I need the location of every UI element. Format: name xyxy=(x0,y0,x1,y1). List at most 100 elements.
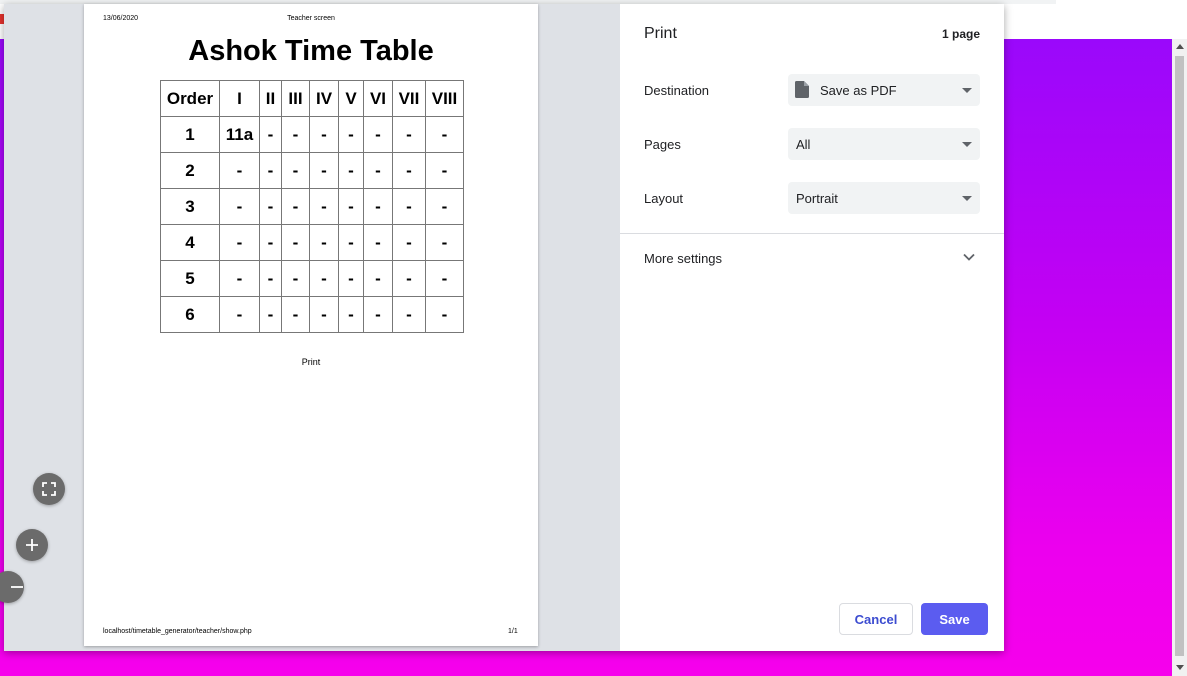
scroll-down-arrow-icon[interactable] xyxy=(1176,665,1184,670)
print-dialog: 13/06/2020 Teacher screen Ashok Time Tab… xyxy=(0,4,1004,651)
table-row: 5 - - - - - - - - xyxy=(160,260,464,297)
scrollbar-thumb[interactable] xyxy=(1175,56,1184,656)
document-title: Ashok Time Table xyxy=(188,35,434,67)
table-cell: - xyxy=(281,260,310,297)
table-cell: - xyxy=(259,260,282,297)
header-cell: III xyxy=(281,80,310,117)
table-cell: - xyxy=(259,296,282,333)
page-footer-url: localhost/timetable_generator/teacher/sh… xyxy=(103,628,252,635)
table-cell: - xyxy=(363,224,393,261)
header-cell: I xyxy=(219,80,260,117)
print-preview-area: 13/06/2020 Teacher screen Ashok Time Tab… xyxy=(0,4,620,651)
table-cell: - xyxy=(425,188,464,225)
table-cell: - xyxy=(259,188,282,225)
print-settings-panel: Print 1 page Destination Save as PDF Pag… xyxy=(620,4,1004,651)
table-cell: - xyxy=(392,260,426,297)
cancel-button[interactable]: Cancel xyxy=(839,603,913,635)
table-cell: - xyxy=(363,152,393,189)
table-cell: - xyxy=(281,116,310,153)
table-cell: - xyxy=(363,116,393,153)
table-cell: - xyxy=(392,188,426,225)
table-cell: - xyxy=(281,188,310,225)
table-cell: - xyxy=(259,116,282,153)
table-cell: - xyxy=(219,224,260,261)
table-cell: - xyxy=(281,296,310,333)
table-cell: - xyxy=(425,296,464,333)
table-cell: - xyxy=(425,260,464,297)
scroll-up-arrow-icon[interactable] xyxy=(1176,44,1184,49)
table-row: 1 11a - - - - - - - xyxy=(160,116,464,153)
table-cell: 1 xyxy=(160,116,220,153)
layout-value: Portrait xyxy=(796,191,838,206)
pages-value: All xyxy=(796,137,811,152)
table-cell: - xyxy=(363,296,393,333)
table-cell: - xyxy=(309,116,339,153)
table-cell: - xyxy=(392,296,426,333)
zoom-out-button[interactable] xyxy=(0,571,24,603)
plus-icon xyxy=(26,539,38,551)
table-cell: - xyxy=(259,152,282,189)
destination-label: Destination xyxy=(644,83,710,98)
table-cell: - xyxy=(338,224,364,261)
destination-select[interactable]: Save as PDF xyxy=(788,74,980,106)
fit-to-page-icon xyxy=(42,482,56,496)
zoom-in-button[interactable] xyxy=(16,529,48,561)
table-cell: - xyxy=(392,224,426,261)
table-cell: - xyxy=(425,116,464,153)
pages-dropdown-arrow-icon xyxy=(962,142,972,147)
page-footer-page-number: 1/1 xyxy=(508,628,518,635)
fit-to-page-button[interactable] xyxy=(33,473,65,505)
table-cell: 3 xyxy=(160,188,220,225)
header-cell: VIII xyxy=(425,80,464,117)
header-cell: Order xyxy=(160,80,220,117)
table-cell: 6 xyxy=(160,296,220,333)
table-row: 4 - - - - - - - - xyxy=(160,224,464,261)
file-icon xyxy=(795,81,809,98)
layout-select[interactable]: Portrait xyxy=(788,182,980,214)
table-cell: 5 xyxy=(160,260,220,297)
table-cell: - xyxy=(281,224,310,261)
preview-page: 13/06/2020 Teacher screen Ashok Time Tab… xyxy=(84,4,538,646)
table-row: 6 - - - - - - - - xyxy=(160,296,464,333)
layout-dropdown-arrow-icon xyxy=(962,196,972,201)
table-cell: - xyxy=(363,260,393,297)
timetable-header-row: Order I II III IV V VI VII VIII xyxy=(160,80,464,117)
table-row: 3 - - - - - - - - xyxy=(160,188,464,225)
pages-label: Pages xyxy=(644,137,681,152)
table-cell: - xyxy=(338,152,364,189)
table-cell: - xyxy=(219,152,260,189)
page-header-title: Teacher screen xyxy=(287,15,335,22)
table-cell: - xyxy=(338,116,364,153)
header-cell: II xyxy=(259,80,282,117)
table-cell: - xyxy=(309,296,339,333)
more-settings-toggle[interactable]: More settings xyxy=(644,251,722,266)
table-cell: - xyxy=(338,260,364,297)
table-cell: - xyxy=(309,224,339,261)
print-title: Print xyxy=(644,25,677,42)
header-cell: VII xyxy=(392,80,426,117)
header-cell: V xyxy=(338,80,364,117)
table-cell: - xyxy=(281,152,310,189)
chevron-down-icon[interactable] xyxy=(963,253,975,261)
header-cell: VI xyxy=(363,80,393,117)
table-cell: - xyxy=(392,152,426,189)
table-cell: - xyxy=(309,152,339,189)
destination-dropdown-arrow-icon xyxy=(962,88,972,93)
table-cell: - xyxy=(338,188,364,225)
table-cell: 2 xyxy=(160,152,220,189)
table-cell: 11a xyxy=(219,116,260,153)
table-cell: - xyxy=(219,260,260,297)
table-cell: - xyxy=(363,188,393,225)
table-cell: - xyxy=(259,224,282,261)
table-cell: - xyxy=(392,116,426,153)
save-button[interactable]: Save xyxy=(921,603,988,635)
layout-label: Layout xyxy=(644,191,684,206)
timetable: Order I II III IV V VI VII VIII 1 11a - … xyxy=(160,80,464,333)
table-row: 2 - - - - - - - - xyxy=(160,152,464,189)
table-cell: - xyxy=(309,260,339,297)
table-cell: - xyxy=(219,188,260,225)
destination-value: Save as PDF xyxy=(820,83,897,98)
table-cell: - xyxy=(309,188,339,225)
pages-select[interactable]: All xyxy=(788,128,980,160)
settings-divider xyxy=(620,233,1004,234)
